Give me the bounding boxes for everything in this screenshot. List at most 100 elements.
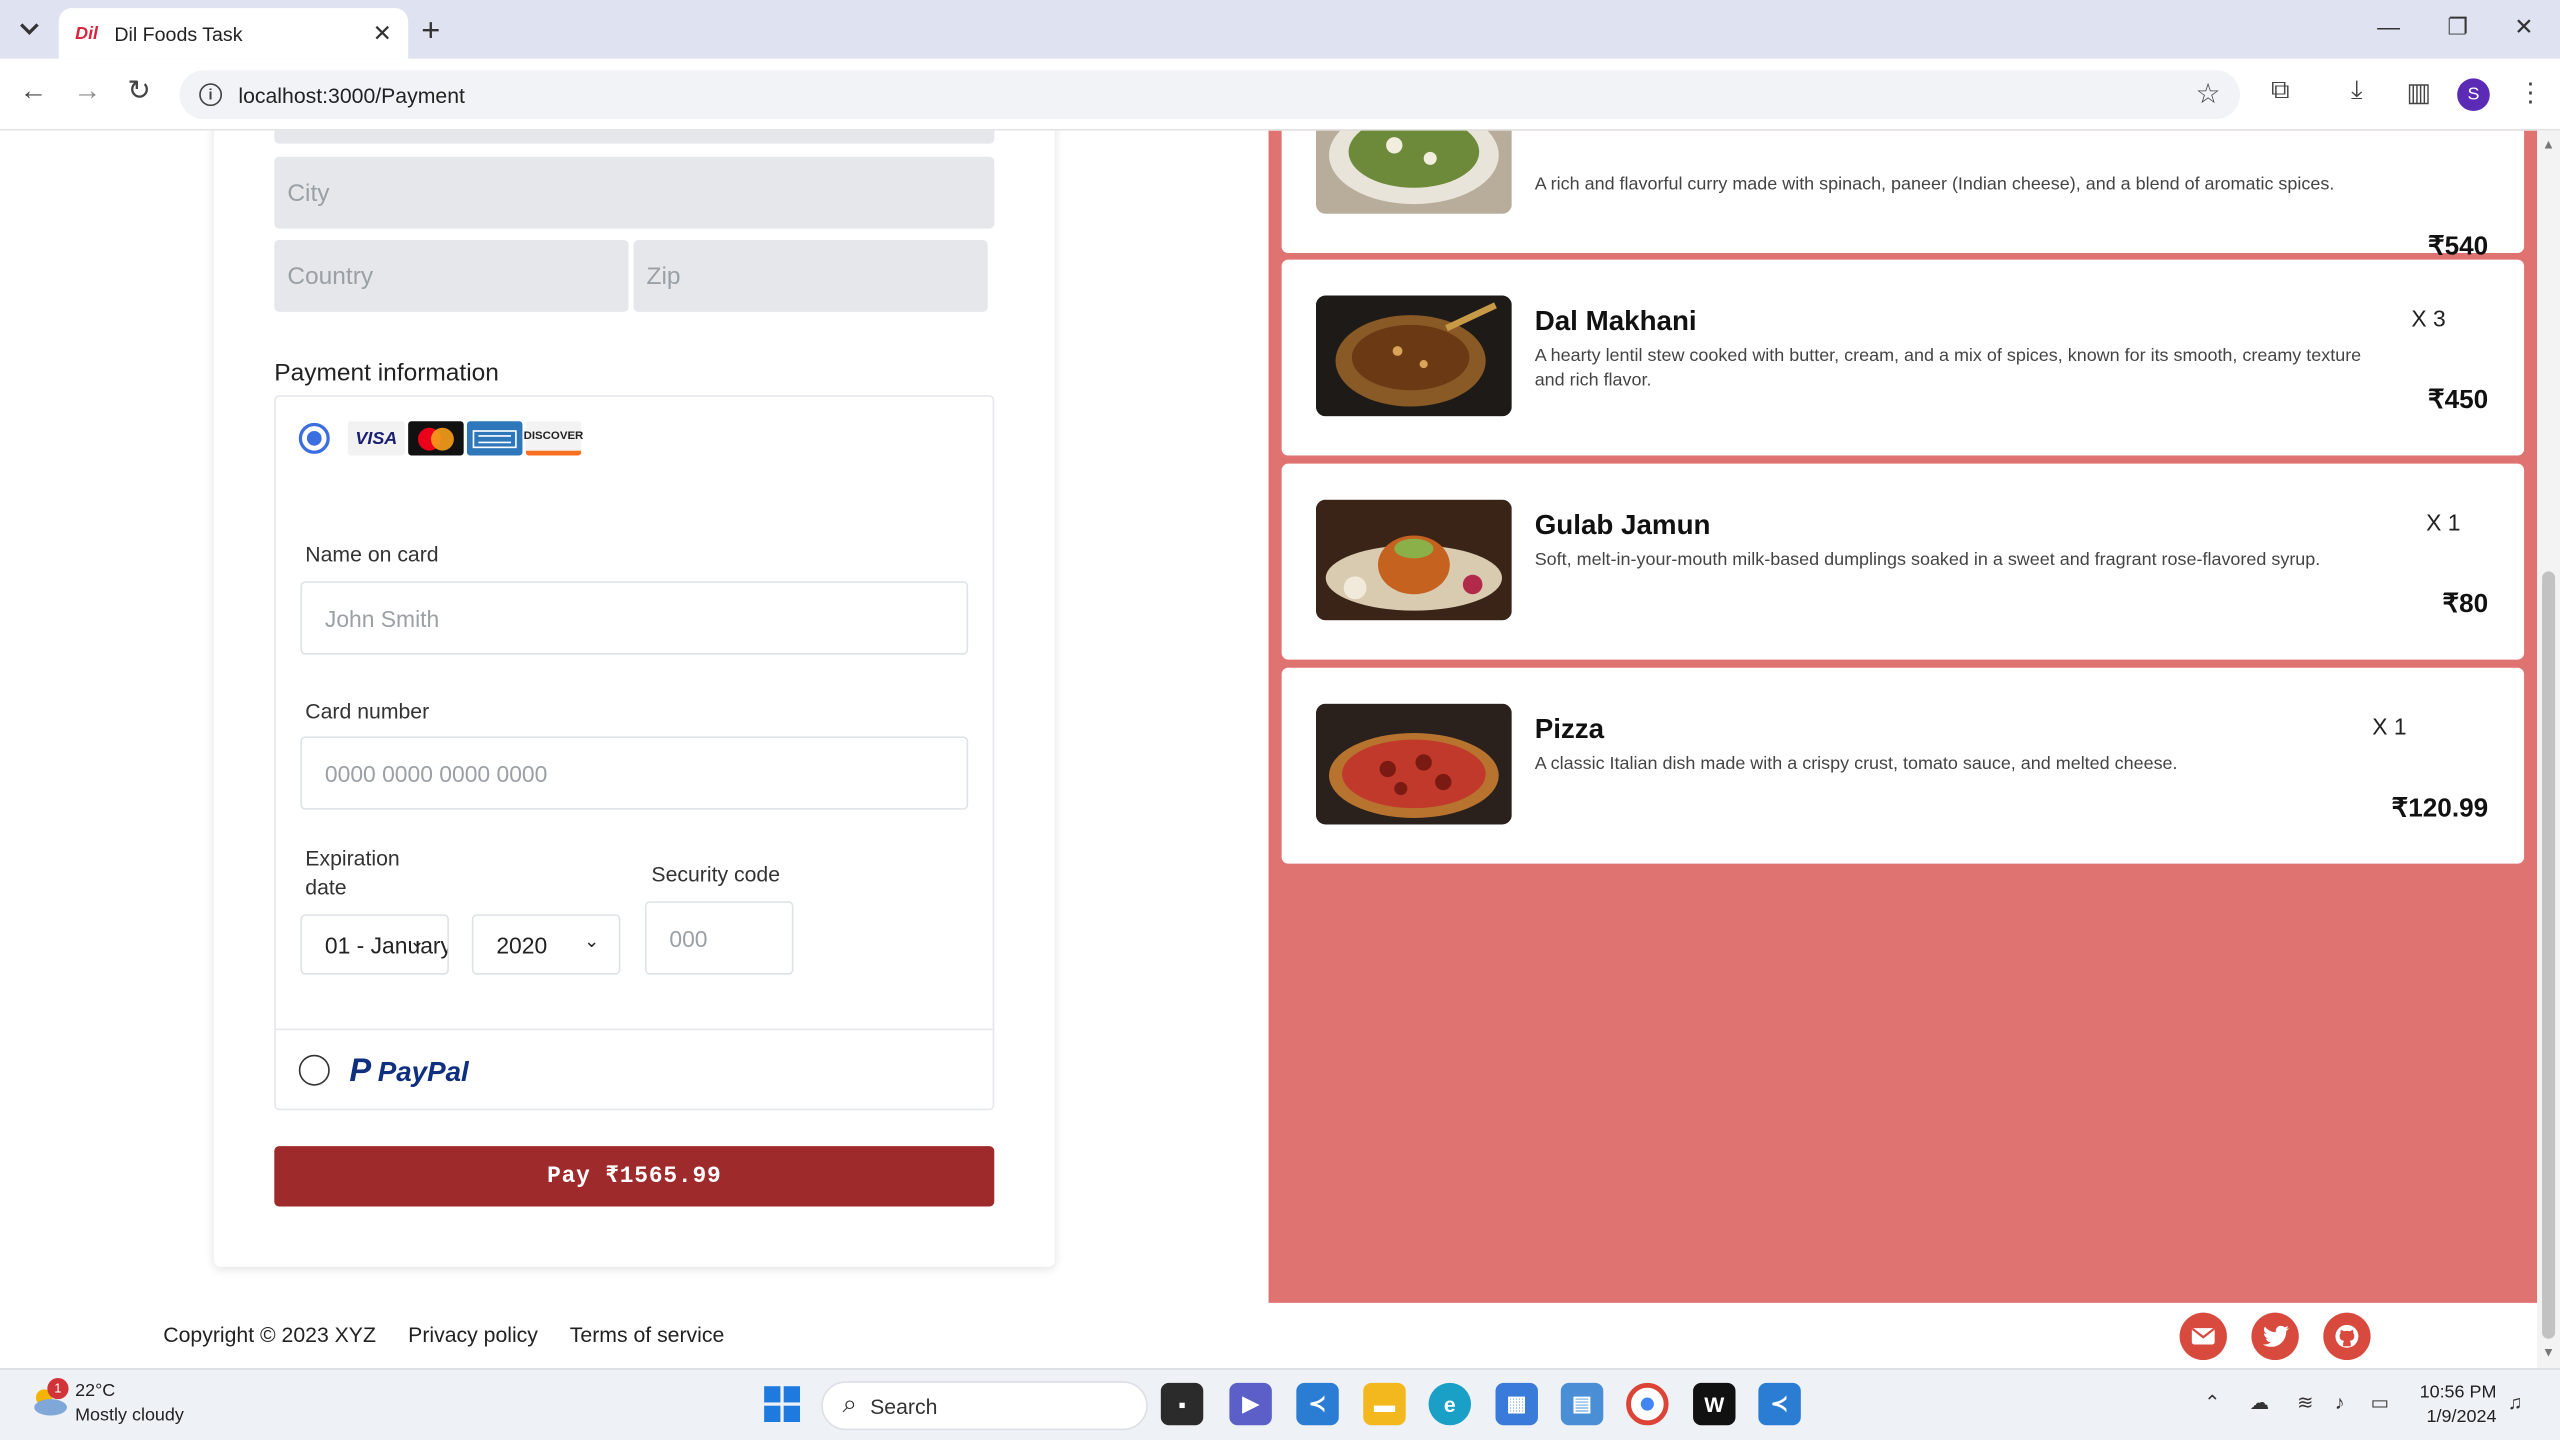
scroll-down-arrow-icon[interactable]: ▼ (2542, 1345, 2555, 1360)
site-info-icon[interactable]: i (199, 83, 223, 107)
extensions-icon[interactable]: ⧉ (2271, 77, 2290, 106)
profile-avatar[interactable]: S (2457, 78, 2490, 112)
new-tab-button[interactable]: + (421, 13, 440, 51)
name-on-card-input[interactable]: John Smith (300, 581, 969, 655)
item-description: A hearty lentil stew cooked with butter,… (1534, 346, 2362, 391)
page-scrollbar[interactable]: ▲ ▼ (2537, 130, 2560, 1369)
order-item: Pizza A classic Italian dish made with a… (1281, 667, 2525, 864)
scroll-up-arrow-icon[interactable]: ▲ (2542, 137, 2555, 152)
vscode-icon-2[interactable]: ≺ (1758, 1382, 1801, 1426)
menu-kebab-icon[interactable]: ⋮ (2518, 77, 2544, 110)
exp-month-select[interactable]: 01 - January ⌄ (300, 914, 449, 975)
item-description: A classic Italian dish made with a crisp… (1534, 754, 2178, 774)
wifi-icon[interactable]: ≋ (2297, 1391, 2313, 1414)
food-image-palak-paneer (1315, 130, 1512, 214)
close-icon[interactable]: ✕ (373, 20, 392, 48)
country-input[interactable]: Country (274, 239, 629, 312)
chevron-down-icon (20, 23, 39, 35)
edge-icon[interactable]: e (1428, 1382, 1472, 1426)
item-price: ₹120.99 (2391, 795, 2489, 823)
exp-month-value: 01 - January (324, 931, 449, 958)
weather-desc: Mostly cloudy (75, 1405, 184, 1426)
windows-start-icon[interactable] (761, 1383, 803, 1425)
office-icon[interactable]: ▤ (1560, 1382, 1604, 1426)
pay-button[interactable]: Pay ₹1565.99 (274, 1146, 995, 1207)
divider (275, 1028, 993, 1031)
download-icon[interactable]: ⤓ (2351, 77, 2363, 106)
card-radio[interactable] (298, 422, 330, 454)
paypal-radio[interactable] (298, 1054, 330, 1086)
reload-button[interactable]: ↻ (127, 75, 150, 108)
scrollbar-thumb[interactable] (2542, 571, 2556, 1339)
chrome-icon[interactable] (1626, 1382, 1669, 1426)
card-number-label: Card number (305, 698, 430, 724)
side-panel-icon[interactable]: ▥ (2407, 77, 2432, 110)
twitter-icon[interactable] (2251, 1312, 2299, 1360)
volume-icon[interactable]: ♪ (2335, 1391, 2345, 1414)
notification-bell-icon[interactable]: ♫ (2508, 1391, 2523, 1414)
weather-widget[interactable]: 22°C Mostly cloudy (75, 1380, 184, 1429)
address-bar[interactable]: i localhost:3000/Payment ☆ (179, 70, 2240, 120)
github-icon[interactable] (2323, 1312, 2371, 1360)
minimize-button[interactable]: — (2377, 13, 2400, 39)
expiration-label: Expiration date (305, 845, 400, 900)
battery-icon[interactable]: ▭ (2371, 1391, 2390, 1414)
item-name: Gulab Jamun (1534, 509, 1711, 541)
restore-button[interactable]: ❐ (2447, 13, 2468, 41)
browser-toolbar: ← → ↻ i localhost:3000/Payment ☆ ⧉ ⤓ ▥ S… (0, 58, 2560, 131)
amex-logo (466, 421, 523, 456)
back-button[interactable]: ← (20, 75, 48, 108)
browser-tab[interactable]: Dil Dil Foods Task ✕ (58, 8, 409, 59)
zip-input[interactable]: Zip (633, 239, 988, 312)
chevron-down-icon: ⌄ (584, 932, 600, 952)
mail-icon[interactable] (2179, 1312, 2227, 1360)
system-clock[interactable]: 10:56 PM 1/9/2024 (2420, 1381, 2497, 1430)
item-quantity: X 1 (2372, 713, 2407, 740)
food-image-dal-makhani (1315, 295, 1512, 417)
city-input[interactable]: City (274, 156, 995, 229)
paypal-label: PayPal (377, 1055, 469, 1087)
order-item: Dal Makhani A hearty lentil stew cooked … (1281, 259, 2525, 456)
card-number-input[interactable]: 0000 0000 0000 0000 (300, 736, 969, 810)
address-input-partial[interactable] (274, 130, 995, 144)
favicon-icon: Dil (75, 23, 99, 44)
mastercard-logo (408, 421, 464, 456)
store-icon[interactable]: ▦ (1495, 1382, 1538, 1426)
forward-button[interactable]: → (73, 75, 101, 108)
chevron-down-icon: ⌄ (409, 932, 425, 952)
clock-time: 10:56 PM (2419, 1382, 2497, 1403)
window-close-button[interactable]: ✕ (2514, 13, 2533, 41)
taskbar-search[interactable]: ⌕ Search (821, 1381, 1148, 1431)
copyright-text: Copyright © 2023 XYZ (163, 1322, 376, 1347)
exp-year-select[interactable]: 2020 ⌄ (471, 914, 621, 975)
discover-logo: DISCOVER (524, 421, 583, 456)
item-description: Soft, melt-in-your-mouth milk-based dump… (1534, 550, 2321, 570)
teams-icon[interactable]: ▶ (1229, 1382, 1272, 1426)
file-explorer-icon[interactable]: ▬ (1363, 1382, 1406, 1426)
tray-chevron-up-icon[interactable]: ⌃ (2204, 1391, 2220, 1414)
item-price: ₹450 (2427, 386, 2489, 415)
page-content: City Country Zip Payment information VIS… (0, 130, 2560, 1369)
order-item: A rich and flavorful curry made with spi… (1281, 130, 2525, 261)
visa-logo: VISA (347, 421, 405, 456)
item-price: ₹80 (2442, 591, 2489, 619)
security-code-label: Security code (651, 862, 781, 887)
item-name: Pizza (1534, 713, 1605, 745)
onedrive-cloud-icon[interactable]: ☁ (2250, 1391, 2270, 1414)
clock-date: 1/9/2024 (2426, 1407, 2497, 1427)
order-item: Gulab Jamun Soft, melt-in-your-mouth mil… (1281, 463, 2525, 660)
name-on-card-label: Name on card (305, 542, 439, 567)
terms-of-service-link[interactable]: Terms of service (570, 1322, 725, 1346)
item-quantity: X 1 (2426, 509, 2461, 536)
terminal-icon[interactable]: W (1693, 1382, 1736, 1426)
task-view-icon[interactable]: ▪ (1160, 1382, 1204, 1426)
privacy-policy-link[interactable]: Privacy policy (408, 1322, 538, 1346)
item-quantity: X 3 (2411, 305, 2446, 332)
vscode-icon[interactable]: ≺ (1296, 1382, 1339, 1426)
bookmark-star-icon[interactable]: ☆ (2196, 78, 2221, 111)
app-root: Dil Dil Foods Task ✕ + — ❐ ✕ ← → ↻ i loc… (0, 0, 2560, 1440)
security-code-input[interactable]: 000 (644, 901, 794, 975)
weather-temp: 22°C (75, 1381, 116, 1401)
paypal-icon: P (349, 1053, 372, 1089)
tab-search-button[interactable] (10, 11, 49, 47)
